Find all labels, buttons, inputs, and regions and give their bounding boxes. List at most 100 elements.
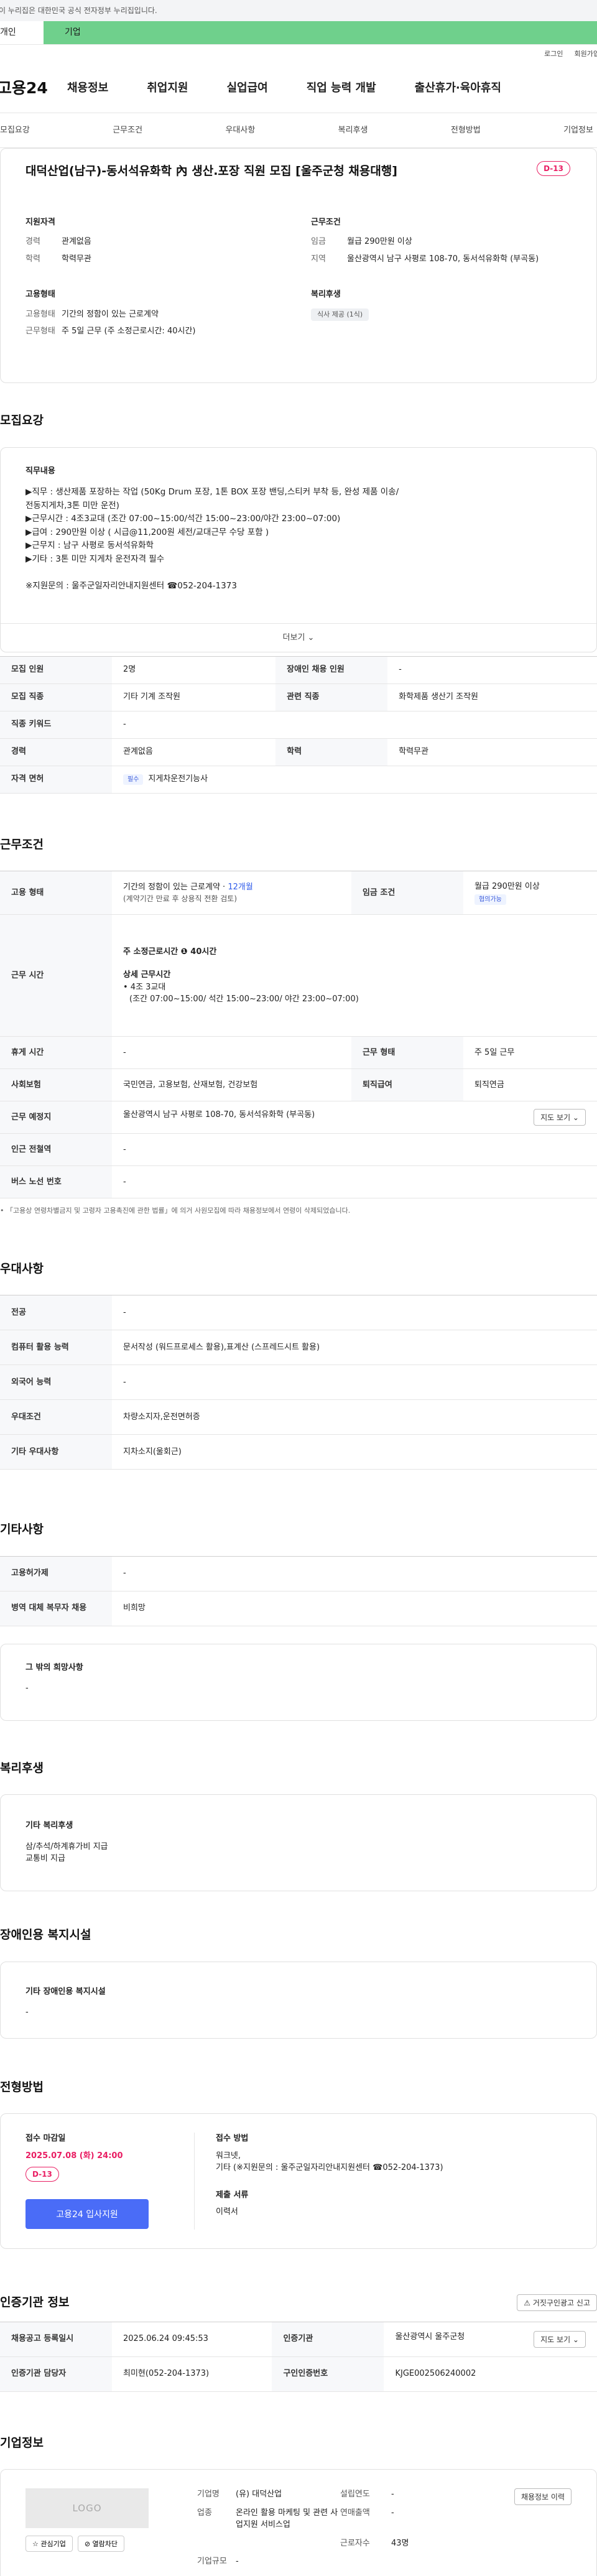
disabled-box: 기타 장애인용 복지시설 - <box>0 1961 597 2039</box>
global-nav: 고용24 채용정보 취업지원 실업급여 직업 능력 개발 출산휴가·육아휴직 <box>0 63 597 113</box>
gnb-item-training[interactable]: 직업 능력 개발 <box>307 80 376 96</box>
company-value: - <box>391 2490 394 2499</box>
company-value: - <box>236 2557 239 2566</box>
gnb-item-leave[interactable]: 출산휴가·육아휴직 <box>415 80 501 96</box>
map-button[interactable]: 지도 보기 ⌄ <box>534 1109 586 1126</box>
more-button[interactable]: 더보기 ⌄ <box>1 623 596 652</box>
summary-value: 주 5일 근무 (주 소정근로시간: 40시간) <box>62 327 196 336</box>
summary-head: 근무조건 <box>311 217 341 227</box>
section-title-recruit: 모집요강 <box>0 414 44 427</box>
company-value: (유) 대덕산업 <box>236 2490 282 2499</box>
method-value: 워크넷, <box>216 2151 241 2161</box>
table-value: - <box>112 1556 597 1591</box>
required-pill: 필수 <box>123 774 144 785</box>
method-value-2: 기타 (※지원문의 : 울주군일자리안내지원센터 ☎052-204-1373) <box>216 2163 443 2172</box>
method-label: 접수 방법 <box>216 2134 249 2143</box>
favorite-company-button[interactable]: ☆ 관심기업 <box>25 2536 73 2552</box>
table-row: 고용허가제 - <box>0 1556 597 1591</box>
job-history-button[interactable]: 채용정보 이력 <box>514 2488 572 2505</box>
table-key: 컴퓨터 활용 능력 <box>0 1330 112 1365</box>
section-title-pref: 우대사항 <box>0 1261 44 1276</box>
login-link[interactable]: 로그인 <box>544 49 563 60</box>
pref-table: 전공 - 컴퓨터 활용 능력 문서작성 (워드프로세스 활용),표계산 (스프레드시… <box>0 1295 597 1470</box>
summary-value: 관계없음 <box>62 237 91 246</box>
company-value: 온라인 활용 마케팅 및 관련 사업지원 서비스업 <box>236 2508 338 2530</box>
recruit-table: 모집 인원 2명 장애인 채용 인원 - 모집 직종 기타 기계 조작원 관련 … <box>0 656 597 794</box>
summary-head: 지원자격 <box>25 217 55 227</box>
summary-value: 기간의 정함이 있는 근로계약 <box>62 309 159 319</box>
table-value: - <box>112 1165 597 1198</box>
subnav-pref[interactable]: 우대사항 <box>225 124 255 137</box>
hope-title: 그 밖의 희망사항 <box>25 1662 83 1672</box>
cert-map-button[interactable]: 지도 보기 ⌄ <box>534 2330 586 2348</box>
table-row: 인근 전철역 - <box>0 1133 597 1166</box>
company-key: 설립연도 <box>340 2490 370 2499</box>
company-key: 근로자수 <box>340 2538 370 2548</box>
table-key: 인증기관 담당자 <box>0 2356 112 2392</box>
detail-hours-title: 상세 근무시간 <box>123 970 171 980</box>
cert-table: 채용공고 등록일시 2025.06.24 09:45:53 인증기관 울산광역시… <box>0 2321 597 2392</box>
gnb-item-support[interactable]: 취업지원 <box>147 80 188 96</box>
welfare-item: 삼/추석/하계휴가비 지급 <box>25 1842 108 1851</box>
report-fake-ad-button[interactable]: ⚠ 거짓구인광고 신고 <box>517 2294 597 2311</box>
table-value: 기타 기계 조작원 <box>112 683 276 711</box>
site-logo[interactable]: 고용24 <box>0 76 67 100</box>
table-value: 비희망 <box>112 1591 597 1626</box>
table-key: 채용공고 등록일시 <box>0 2322 112 2357</box>
summary-key: 지역 <box>311 254 326 264</box>
table-row: 인증기관 담당자 최미현(052-204-1373) 구인인증번호 KJGE00… <box>0 2356 597 2392</box>
company-logo: LOGO <box>25 2488 149 2528</box>
negotiable-pill: 협의가능 <box>474 894 506 905</box>
table-value: 퇴직연금 <box>463 1068 597 1101</box>
tab-person[interactable]: 개인 <box>0 21 44 44</box>
table-value: 국민연금, 고용보험, 산재보험, 건강보험 <box>112 1068 351 1101</box>
emp-type: 기간의 정함이 있는 근로계약 · <box>123 882 228 892</box>
company-key: 업종 <box>197 2508 212 2518</box>
table-value: 차량소지자,운전면허증 <box>112 1399 597 1435</box>
table-key: 자격 면허 <box>0 766 112 794</box>
table-key: 경력 <box>0 738 112 766</box>
gnb-item-jobs[interactable]: 채용정보 <box>67 80 108 96</box>
block-view-button[interactable]: ⊘ 열람차단 <box>77 2536 125 2552</box>
workplace-address: 울산광역시 남구 사평로 108-70, 동서석유화학 (부곡동) <box>123 1110 315 1119</box>
deadline-value: 2025.07.08 (화) 24:00 <box>25 2151 123 2161</box>
hope-box: 그 밖의 희망사항 - <box>0 1643 597 1721</box>
table-value: - <box>112 1133 597 1166</box>
section-title-etc: 기타사항 <box>0 1522 44 1536</box>
subnav-work[interactable]: 근무조건 <box>113 124 142 137</box>
table-key: 근무 형태 <box>351 1036 463 1069</box>
table-key: 버스 노선 번호 <box>0 1165 112 1198</box>
table-row: 외국어 능력 - <box>0 1364 597 1400</box>
duty-box: 직무내용 ▶직무 : 생산제품 포장하는 작업 (50Kg Drum 포장, 1… <box>0 447 597 652</box>
gov-banner: 이 누리집은 대한민국 공식 전자정부 누리집입니다. <box>0 0 597 21</box>
summary-welfare: 복리후생 식사 제공 (1식) <box>311 289 572 343</box>
table-key: 병역 대체 복무자 채용 <box>0 1591 112 1626</box>
company-key: 기업명 <box>197 2490 220 2499</box>
table-row: 고용 형태 기간의 정함이 있는 근로계약 · 12개월 (계약기간 만료 후 상… <box>0 871 597 915</box>
table-value: 최미현(052-204-1373) <box>112 2356 272 2392</box>
table-key: 우대조건 <box>0 1399 112 1435</box>
join-link[interactable]: 회원가입 <box>575 49 597 60</box>
table-key: 근무 예정지 <box>0 1101 112 1134</box>
company-value: - <box>391 2508 394 2518</box>
section-title-welfare: 복리후생 <box>0 1761 44 1775</box>
subnav-welfare[interactable]: 복리후생 <box>338 124 368 137</box>
tab-company[interactable]: 기업 <box>44 21 597 44</box>
apply-button[interactable]: 고용24 입사지원 <box>25 2199 149 2229</box>
table-row: 자격 면허 필수 지게차운전기능사 <box>0 766 597 794</box>
duty-text: ▶직무 : 생산제품 포장하는 작업 (50Kg Drum 포장, 1톤 BOX… <box>25 487 399 591</box>
gnb-item-benefit[interactable]: 실업급여 <box>227 80 268 96</box>
summary-value: 학력무관 <box>62 254 91 264</box>
subnav-company[interactable]: 기업정보 <box>563 124 593 137</box>
subnav-recruit[interactable]: 모집요강 <box>0 124 30 137</box>
table-value: - <box>112 711 597 739</box>
table-row: 경력 관계없음 학력 학력무관 <box>0 738 597 766</box>
util-links: 로그인 회원가입 <box>0 45 597 63</box>
table-value: 울산광역시 남구 사평로 108-70, 동서석유화학 (부곡동) 지도 보기 ⌄ <box>112 1101 597 1134</box>
table-value: 주 5일 근무 <box>463 1036 597 1069</box>
welfare-badge: 식사 제공 (1식) <box>311 308 369 321</box>
subnav-apply[interactable]: 전형방법 <box>451 124 481 137</box>
emp-period: 12개월 <box>228 882 253 892</box>
table-key: 직종 키워드 <box>0 711 112 739</box>
docs-label: 제출 서류 <box>216 2190 249 2200</box>
